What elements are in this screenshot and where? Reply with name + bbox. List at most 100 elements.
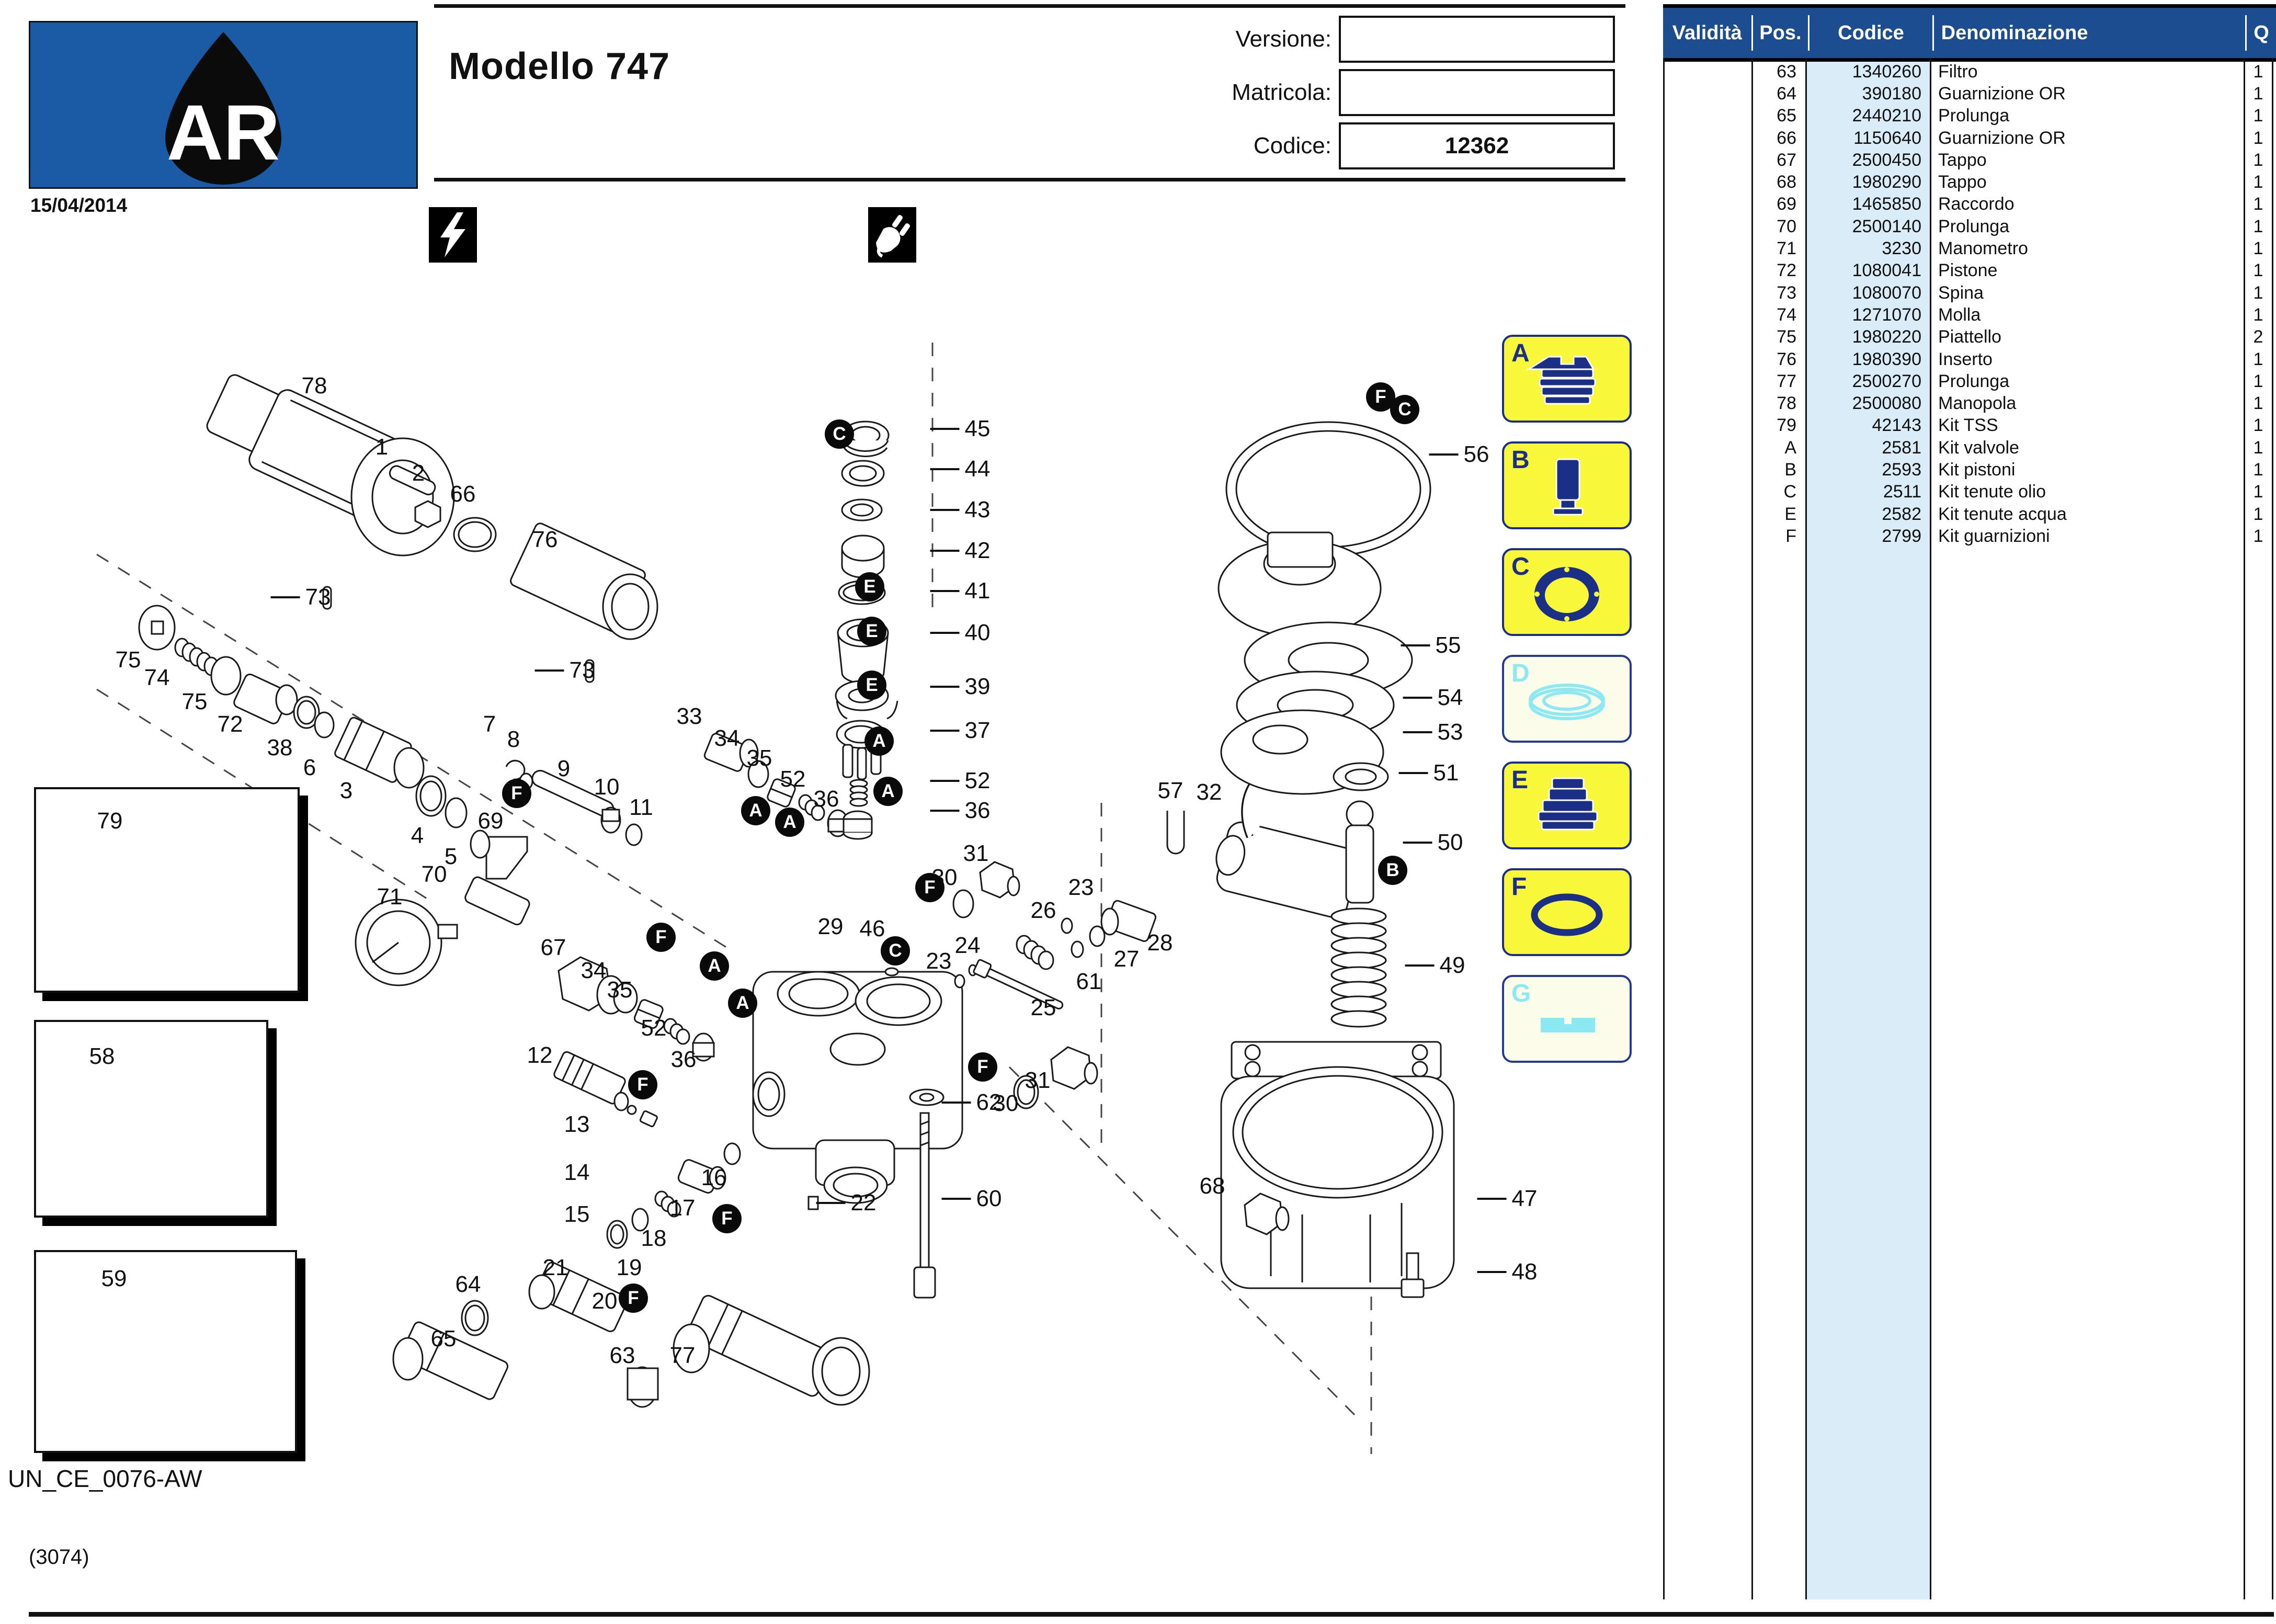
part-label-43: 43 xyxy=(930,497,991,523)
part-label-78: 78 xyxy=(302,373,327,399)
kit-badge-A: A xyxy=(864,726,894,756)
kit-badge-A: A xyxy=(775,808,804,837)
part-label-6: 6 xyxy=(303,755,316,781)
kit-badge-C: C xyxy=(825,419,854,449)
kit-badge-F: F xyxy=(502,779,531,808)
part-label-58: 58 xyxy=(89,1043,115,1070)
part-label-45: 45 xyxy=(930,416,991,442)
part-label-39: 39 xyxy=(930,674,991,700)
part-label-41: 41 xyxy=(930,578,991,604)
part-label-32: 32 xyxy=(1197,779,1222,805)
part-label-47: 47 xyxy=(1477,1186,1538,1212)
part-label-10: 10 xyxy=(594,774,620,800)
part-label-55: 55 xyxy=(1401,632,1461,658)
part-label-52: 52 xyxy=(780,766,806,792)
part-label-75: 75 xyxy=(182,689,208,715)
part-label-44: 44 xyxy=(930,456,991,482)
kit-badge-A: A xyxy=(728,989,757,1018)
kit-badge-A: A xyxy=(873,777,903,806)
part-label-48: 48 xyxy=(1477,1259,1538,1285)
part-label-61: 61 xyxy=(1076,969,1102,995)
part-label-1: 1 xyxy=(375,434,388,460)
part-label-79: 79 xyxy=(97,808,123,834)
part-label-62: 62 xyxy=(942,1089,1002,1116)
part-label-3: 3 xyxy=(340,778,352,804)
part-label-34: 34 xyxy=(581,958,607,984)
part-label-9: 9 xyxy=(557,756,570,782)
part-label-23: 23 xyxy=(1068,875,1094,901)
part-label-52: 52 xyxy=(641,1015,667,1041)
part-label-57: 57 xyxy=(1158,778,1183,804)
part-label-33: 33 xyxy=(677,703,702,730)
part-label-37: 37 xyxy=(930,718,991,744)
part-label-46: 46 xyxy=(860,916,885,942)
callout-layer: 7812667673737574757238634578910116970716… xyxy=(0,0,2276,1624)
part-label-12: 12 xyxy=(527,1042,553,1069)
part-label-65: 65 xyxy=(431,1326,457,1352)
part-label-35: 35 xyxy=(747,745,772,771)
part-label-22: 22 xyxy=(816,1190,877,1216)
part-label-64: 64 xyxy=(456,1271,481,1298)
part-label-68: 68 xyxy=(1200,1173,1225,1199)
part-label-69: 69 xyxy=(478,808,504,834)
part-label-36: 36 xyxy=(671,1047,697,1073)
part-label-16: 16 xyxy=(701,1165,727,1191)
part-label-29: 29 xyxy=(818,914,844,940)
part-label-42: 42 xyxy=(930,538,991,564)
kit-badge-F: F xyxy=(712,1204,742,1233)
part-label-28: 28 xyxy=(1147,930,1173,956)
part-label-77: 77 xyxy=(670,1343,696,1369)
part-label-72: 72 xyxy=(218,711,243,737)
part-label-60: 60 xyxy=(942,1186,1002,1212)
part-label-73: 73 xyxy=(271,584,331,610)
part-label-36: 36 xyxy=(814,786,839,812)
part-label-7: 7 xyxy=(483,711,496,737)
kit-badge-A: A xyxy=(700,951,729,981)
part-label-54: 54 xyxy=(1403,685,1463,711)
kit-badge-E: E xyxy=(857,671,886,700)
part-label-75: 75 xyxy=(116,647,141,673)
part-label-19: 19 xyxy=(617,1255,642,1281)
kit-badge-B: B xyxy=(1378,856,1407,885)
part-label-14: 14 xyxy=(564,1160,590,1186)
part-label-53: 53 xyxy=(1403,719,1463,745)
part-label-38: 38 xyxy=(267,735,293,761)
kit-badge-F: F xyxy=(619,1284,648,1313)
part-label-23: 23 xyxy=(926,948,952,974)
part-label-67: 67 xyxy=(541,935,566,961)
part-label-21: 21 xyxy=(543,1255,568,1281)
part-label-52: 52 xyxy=(930,768,991,794)
part-label-51: 51 xyxy=(1399,760,1459,786)
part-label-15: 15 xyxy=(564,1201,590,1228)
part-label-17: 17 xyxy=(670,1195,696,1221)
part-label-27: 27 xyxy=(1114,946,1140,972)
part-label-56: 56 xyxy=(1429,441,1489,468)
part-label-49: 49 xyxy=(1405,952,1465,979)
part-label-31: 31 xyxy=(963,841,989,867)
part-label-2: 2 xyxy=(412,460,425,486)
part-label-50: 50 xyxy=(1403,830,1463,856)
kit-badge-E: E xyxy=(855,572,884,601)
kit-badge-C: C xyxy=(881,936,910,966)
part-label-18: 18 xyxy=(641,1225,667,1252)
part-label-34: 34 xyxy=(714,725,740,752)
part-label-71: 71 xyxy=(377,884,403,910)
part-label-40: 40 xyxy=(930,620,991,646)
kit-badge-F: F xyxy=(646,923,676,952)
part-label-66: 66 xyxy=(450,481,476,507)
part-label-59: 59 xyxy=(101,1266,127,1292)
part-label-25: 25 xyxy=(1031,995,1056,1021)
part-label-63: 63 xyxy=(610,1343,635,1369)
part-label-20: 20 xyxy=(592,1288,618,1314)
part-label-35: 35 xyxy=(607,977,633,1003)
part-label-24: 24 xyxy=(955,933,981,959)
part-label-11: 11 xyxy=(629,794,653,821)
part-label-36: 36 xyxy=(930,798,991,824)
part-label-74: 74 xyxy=(144,665,170,691)
part-label-76: 76 xyxy=(532,527,558,553)
kit-badge-F: F xyxy=(628,1070,657,1099)
kit-badge-F: F xyxy=(915,873,944,902)
kit-badge-F: F xyxy=(968,1052,997,1082)
part-label-4: 4 xyxy=(411,823,424,849)
kit-badge-E: E xyxy=(857,617,886,646)
